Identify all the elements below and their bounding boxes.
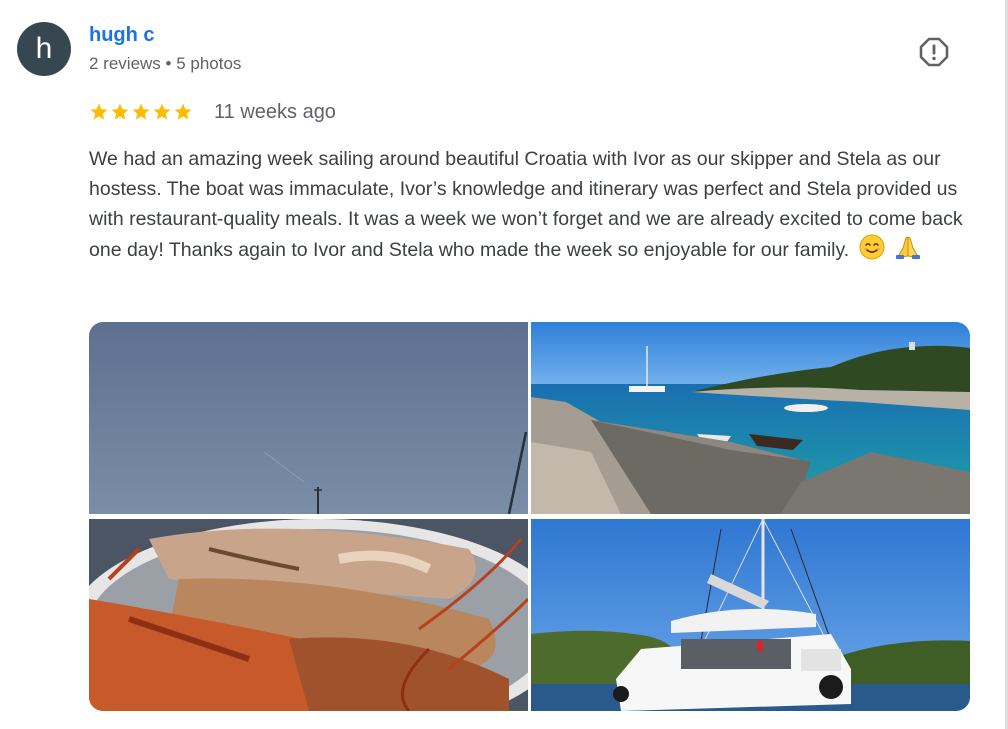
- review-text: We had an amazing week sailing around be…: [89, 144, 974, 269]
- review-photo-catamaran[interactable]: [531, 519, 970, 711]
- review-photo-grid: [89, 322, 970, 711]
- rating-row: 11 weeks ago: [89, 100, 336, 124]
- star-icon: [90, 103, 108, 120]
- avatar[interactable]: h: [17, 22, 71, 76]
- review-body: We had an amazing week sailing around be…: [89, 148, 963, 261]
- smiling-face-emoji: [859, 234, 885, 269]
- star-icon: [132, 103, 150, 120]
- star-icon: [174, 103, 192, 120]
- review-photo-lobsters[interactable]: [89, 519, 528, 711]
- report-review-button[interactable]: [918, 36, 950, 68]
- review-photo-bay[interactable]: [531, 322, 970, 514]
- star-icon: [153, 103, 171, 120]
- folded-hands-emoji: [894, 234, 922, 269]
- star-rating: [89, 102, 193, 122]
- author-name-link[interactable]: hugh c: [89, 24, 155, 47]
- author-meta: 2 reviews • 5 photos: [89, 54, 242, 73]
- report-flag-icon: [919, 37, 949, 67]
- review-photo-sky[interactable]: [89, 322, 528, 514]
- review-time: 11 weeks ago: [214, 100, 336, 123]
- star-icon: [111, 103, 129, 120]
